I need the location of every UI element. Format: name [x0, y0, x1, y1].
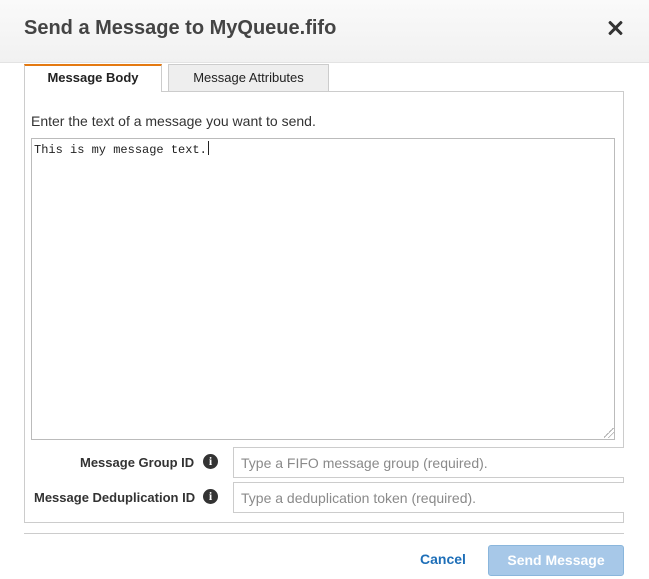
message-body-textarea[interactable]: This is my message text.: [31, 138, 615, 440]
message-deduplication-id-label: Message Deduplication ID: [34, 490, 196, 505]
message-group-id-input[interactable]: [233, 447, 624, 478]
instructions-text: Enter the text of a message you want to …: [31, 113, 316, 129]
resize-handle-icon[interactable]: [604, 428, 614, 438]
text-caret: [207, 141, 209, 155]
cancel-button[interactable]: Cancel: [420, 551, 466, 567]
close-icon[interactable]: [605, 18, 625, 38]
message-deduplication-id-input[interactable]: [233, 482, 624, 513]
info-icon[interactable]: i: [203, 489, 218, 504]
info-icon[interactable]: i: [203, 454, 218, 469]
dialog-header: Send a Message to MyQueue.fifo: [0, 0, 649, 63]
tab-message-body[interactable]: Message Body: [24, 64, 162, 92]
send-message-dialog: Send a Message to MyQueue.fifo Message B…: [0, 0, 649, 579]
dialog-title: Send a Message to MyQueue.fifo: [24, 17, 337, 39]
message-group-id-label: Message Group ID: [80, 455, 195, 470]
message-body-text: This is my message text.: [34, 143, 207, 157]
footer-divider: [24, 533, 624, 534]
send-message-button[interactable]: Send Message: [488, 545, 624, 576]
tab-message-attributes[interactable]: Message Attributes: [168, 64, 329, 91]
